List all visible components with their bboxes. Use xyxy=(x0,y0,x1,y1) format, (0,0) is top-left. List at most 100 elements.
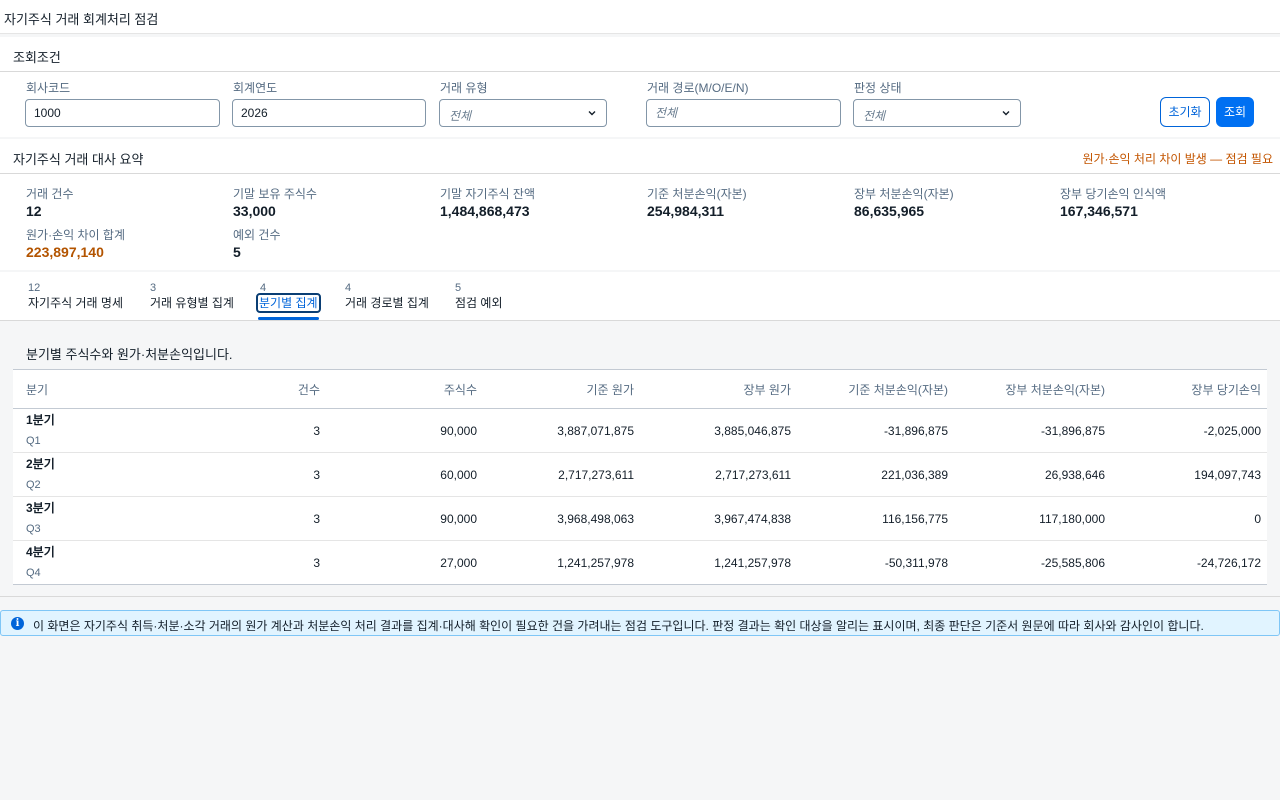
app-title-bar: 자기주식 거래 회계처리 점검 xyxy=(0,0,1280,34)
kpi-value: 86,635,965 xyxy=(854,203,925,219)
std-gain-cell: -50,311,978 xyxy=(884,555,948,570)
judgment-status-select[interactable]: 전체 xyxy=(853,99,1021,127)
tab-label: 거래 유형별 집계 xyxy=(150,296,234,310)
tab-label: 분기별 집계 xyxy=(256,293,321,313)
kpi-value: 33,000 xyxy=(233,203,276,219)
quarter-cell: 2분기 Q2 xyxy=(13,452,187,497)
book-gain-cell: 26,938,646 xyxy=(954,452,1111,497)
column-header[interactable]: 분기 xyxy=(13,369,187,409)
txn-path-input[interactable]: 전체 xyxy=(646,99,841,127)
kpi-value: 5 xyxy=(233,244,241,260)
info-message: 이 화면은 자기주식 취득·처분·소각 거래의 원가 계산과 처분손익 처리 결… xyxy=(33,619,1204,633)
table-description: 분기별 주식수와 원가·처분손익입니다. xyxy=(26,347,233,362)
kpi-label: 예외 건수 xyxy=(233,228,281,242)
chevron-down-icon xyxy=(588,111,596,116)
quarter-name: 2분기 xyxy=(26,457,55,471)
filter-panel-header: 조회조건 xyxy=(0,37,1280,72)
tab-count: 4 xyxy=(260,282,267,294)
table-row[interactable]: 4분기 Q4 3 27,000 1,241,257,978 1,241,257,9… xyxy=(13,541,1267,585)
table-header-row: 분기 건수 주식수 기준 원가 장부 원가 기준 처분손익(자본) 장부 처분손… xyxy=(13,369,1267,409)
quarter-name: 4분기 xyxy=(26,545,55,559)
std-cost-cell: 3,887,071,875 xyxy=(483,408,640,453)
kpi-value: 167,346,571 xyxy=(1060,203,1138,219)
book-pl-cell: -24,726,172 xyxy=(1196,555,1261,570)
summary-panel: 자기주식 거래 대사 요약 원가·손익 처리 차이 발생 — 점검 필요 거래 … xyxy=(0,139,1280,270)
count-cell: 3 xyxy=(187,408,326,453)
count-cell: 3 xyxy=(187,496,326,541)
shares-cell: 90,000 xyxy=(326,408,483,453)
count-cell: 3 xyxy=(187,452,326,497)
tab-by-path[interactable]: 4 거래 경로별 집계 xyxy=(345,282,429,320)
book-cost-cell: 3,885,046,875 xyxy=(640,408,797,453)
tab-count: 3 xyxy=(150,282,157,294)
txn-type-value: 전체 xyxy=(449,109,472,123)
filter-panel: 조회조건 회사코드 1000 회계연도 2026 거래 유형 전체 거래 경로(… xyxy=(0,37,1280,137)
chevron-down-icon xyxy=(1002,111,1010,116)
tab-by-type[interactable]: 3 거래 유형별 집계 xyxy=(150,282,234,320)
table-row[interactable]: 1분기 Q1 3 90,000 3,887,071,875 3,885,046,8… xyxy=(13,408,1267,453)
judgment-status-value: 전체 xyxy=(863,109,886,123)
txn-type-select[interactable]: 전체 xyxy=(439,99,607,127)
column-header[interactable]: 기준 처분손익(자본) xyxy=(797,369,954,409)
std-cost-cell: 2,717,273,611 xyxy=(483,452,640,497)
fiscal-year-input[interactable]: 2026 xyxy=(232,99,426,127)
table-row[interactable]: 3분기 Q3 3 90,000 3,968,498,063 3,967,474,8… xyxy=(13,496,1267,541)
quarter-name: 3분기 xyxy=(26,501,55,515)
count-cell: 3 xyxy=(313,555,320,570)
quarter-cell: 1분기 Q1 xyxy=(13,408,187,453)
tab-by-quarter[interactable]: 4 분기별 집계 xyxy=(256,282,321,320)
shares-cell: 90,000 xyxy=(326,496,483,541)
book-cost-cell: 1,241,257,978 xyxy=(714,555,791,570)
info-message-strip: i 이 화면은 자기주식 취득·처분·소각 거래의 원가 계산과 처분손익 처리… xyxy=(0,610,1280,636)
txn-path-label: 거래 경로(M/O/E/N) xyxy=(647,81,749,95)
table-row[interactable]: 2분기 Q2 3 60,000 2,717,273,611 2,717,273,6… xyxy=(13,452,1267,497)
book-pl-cell: 0 xyxy=(1111,496,1267,541)
kpi-value: 254,984,311 xyxy=(647,203,725,219)
std-gain-cell: -31,896,875 xyxy=(797,408,954,453)
tab-count: 12 xyxy=(28,282,41,294)
book-cost-cell: 3,967,474,838 xyxy=(640,496,797,541)
kpi-value-alert: 223,897,140 xyxy=(26,244,104,260)
std-cost-cell: 1,241,257,978 xyxy=(557,555,634,570)
txn-type-label: 거래 유형 xyxy=(440,81,488,95)
kpi-value: 12 xyxy=(26,203,42,219)
tab-count: 4 xyxy=(345,282,352,294)
column-header[interactable]: 주식수 xyxy=(326,369,483,409)
book-pl-cell: -2,025,000 xyxy=(1111,408,1267,453)
std-gain-cell: 221,036,389 xyxy=(797,452,954,497)
column-header[interactable]: 장부 원가 xyxy=(640,369,797,409)
column-header[interactable]: 장부 당기손익 xyxy=(1111,369,1267,409)
quarter-table: 분기 건수 주식수 기준 원가 장부 원가 기준 처분손익(자본) 장부 처분손… xyxy=(13,369,1267,585)
filter-section-title: 조회조건 xyxy=(13,50,61,65)
summary-warning: 원가·손익 처리 차이 발생 — 점검 필요 xyxy=(1082,152,1273,166)
kpi-label: 거래 건수 xyxy=(26,187,74,201)
column-header[interactable]: 건수 xyxy=(187,369,326,409)
reset-button[interactable]: 초기화 xyxy=(1160,97,1210,127)
search-button[interactable]: 조회 xyxy=(1216,97,1254,127)
tab-transaction-list[interactable]: 12 자기주식 거래 명세 xyxy=(28,282,123,320)
quarter-code: Q3 xyxy=(26,523,41,535)
tab-bar: 12 자기주식 거래 명세 3 거래 유형별 집계 4 분기별 집계 4 거래 … xyxy=(0,272,1280,321)
company-code-input[interactable]: 1000 xyxy=(25,99,220,127)
std-cost-cell: 3,968,498,063 xyxy=(483,496,640,541)
kpi-label: 기말 보유 주식수 xyxy=(233,187,317,201)
quarter-name: 1분기 xyxy=(26,413,55,427)
tab-label: 자기주식 거래 명세 xyxy=(28,296,123,310)
kpi-label: 기말 자기주식 잔액 xyxy=(440,187,535,201)
book-gain-cell: -25,585,806 xyxy=(1040,555,1105,570)
std-gain-cell: 116,156,775 xyxy=(797,496,954,541)
book-cost-cell: 2,717,273,611 xyxy=(640,452,797,497)
quarter-code: Q1 xyxy=(26,435,41,447)
column-header[interactable]: 장부 처분손익(자본) xyxy=(954,369,1111,409)
kpi-label: 장부 처분손익(자본) xyxy=(854,187,954,201)
book-gain-cell: -31,896,875 xyxy=(954,408,1111,453)
column-header[interactable]: 기준 원가 xyxy=(483,369,640,409)
judgment-status-label: 판정 상태 xyxy=(854,81,902,95)
shares-cell: 60,000 xyxy=(326,452,483,497)
tab-label: 점검 예외 xyxy=(455,296,503,310)
kpi-label: 기준 처분손익(자본) xyxy=(647,187,747,201)
tab-exceptions[interactable]: 5 점검 예외 xyxy=(455,282,503,320)
tab-count: 5 xyxy=(455,282,462,294)
tab-label: 거래 경로별 집계 xyxy=(345,296,429,310)
kpi-label: 원가·손익 차이 합계 xyxy=(26,228,125,242)
